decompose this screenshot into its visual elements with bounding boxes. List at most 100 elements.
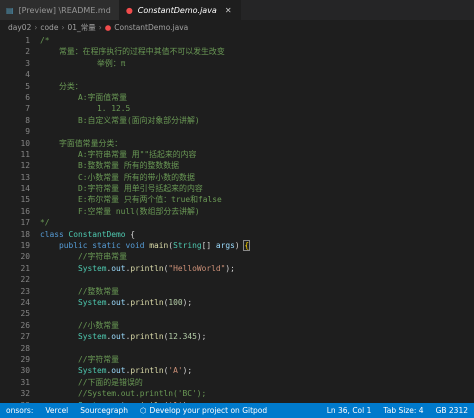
code-token: //小数常量 [40, 320, 120, 330]
code-line[interactable]: 24 System.out.println(100); [0, 297, 474, 308]
cursor-position[interactable]: Ln 36, Col 1 [321, 406, 378, 415]
code-line[interactable]: 15 E:布尔常量 只有两个值：true和false [0, 194, 474, 205]
code-line[interactable]: 12 B:整数常量 所有的整数数据 [0, 160, 474, 171]
code-token: println [130, 366, 164, 376]
line-code: //字符常量 [40, 354, 119, 365]
line-code: B:整数常量 所有的整数数据 [40, 160, 179, 171]
code-line[interactable]: 18 class ConstantDemo { [0, 229, 474, 240]
code-line[interactable]: 26 //小数常量 [0, 320, 474, 331]
line-number: 25 [20, 309, 30, 319]
line-number: 5 [25, 81, 30, 91]
code-line[interactable]: 22 [0, 274, 474, 285]
line-code: //整数常量 [40, 286, 119, 297]
code-token: ); [225, 263, 235, 273]
line-number: 32 [20, 389, 30, 399]
code-line[interactable]: 19 public static void main(String[] args… [0, 240, 474, 252]
code-token: ); [182, 297, 193, 307]
code-token: out [111, 366, 126, 376]
code-token: { [243, 240, 251, 252]
code-token: println [130, 297, 164, 307]
line-code: System.out.println('A'); [40, 365, 192, 376]
line-code: /* [40, 35, 50, 46]
code-token: 1. 12.5 [40, 104, 131, 114]
code-token: [] [201, 241, 216, 251]
status-gitpod[interactable]: ⬡ Develop your project on Gitpod [134, 406, 273, 415]
tab-readme-preview[interactable]: ▤ [Preview] \README.md [0, 0, 120, 20]
code-token: String [173, 241, 202, 251]
chevron-right-icon: › [34, 23, 38, 32]
code-line[interactable]: 5 分类： [0, 81, 474, 92]
close-icon[interactable]: ✕ [225, 6, 232, 15]
breadcrumb-item[interactable]: 01_常量 [67, 22, 95, 33]
line-number: 31 [20, 377, 30, 387]
line-number: 15 [20, 195, 30, 205]
code-line[interactable]: 23 //整数常量 [0, 286, 474, 297]
line-number: 12 [20, 161, 30, 171]
status-vercel[interactable]: Vercel [39, 406, 74, 415]
code-token: System [78, 263, 107, 273]
tab-size[interactable]: Tab Size: 4 [377, 406, 429, 415]
code-line[interactable]: 17 */ [0, 217, 474, 228]
code-line[interactable]: 8 B:自定义常量(面向对象部分讲解) [0, 115, 474, 126]
code-line[interactable]: 4 [0, 69, 474, 80]
code-line[interactable]: 30 System.out.println('A'); [0, 365, 474, 376]
line-code: class ConstantDemo { [40, 229, 135, 240]
code-line[interactable]: 11 A:字符串常量 用""括起来的内容 [0, 149, 474, 160]
line-code: D:字符常量 用单引号括起来的内容 [40, 183, 203, 194]
code-line[interactable]: 16 F:空常量 null(数组部分去讲解) [0, 206, 474, 217]
code-line[interactable]: 25 [0, 308, 474, 319]
code-line[interactable]: 32 //System.out.println('BC'); [0, 388, 474, 399]
code-token: "HelloWorld" [168, 263, 226, 273]
code-token: C:小数常量 所有的带小数的数据 [40, 172, 195, 182]
line-code: C:小数常量 所有的带小数的数据 [40, 172, 195, 183]
preview-icon: ▤ [6, 5, 14, 15]
code-line[interactable]: 9 [0, 126, 474, 137]
code-token: println [130, 332, 164, 342]
code-editor[interactable]: 1/* 2 常量：在程序执行的过程中其值不可以发生改变 3 举例：π 4 5 分类： 6 … [0, 35, 474, 403]
code-line[interactable]: 6 A:字面值常量 [0, 92, 474, 103]
tab-constantdemo[interactable]: ● ConstantDemo.java ✕ [119, 0, 241, 20]
code-line[interactable]: 27 System.out.println(12.345); [0, 331, 474, 342]
code-line[interactable]: 28 [0, 343, 474, 354]
code-token: ); [196, 332, 207, 342]
line-number: 2 [25, 47, 30, 57]
breadcrumb-item[interactable]: day02 [8, 23, 31, 32]
line-number: 16 [20, 206, 30, 216]
code-line[interactable]: 20 //字符串常量 [0, 251, 474, 262]
code-line[interactable]: 14 D:字符常量 用单引号括起来的内容 [0, 183, 474, 194]
line-code: //下面的是错误的 [40, 377, 143, 388]
line-code: System.out.println(12.345); [40, 331, 206, 342]
code-line[interactable]: 1 /* [0, 35, 474, 46]
line-code: 1. 12.5 [40, 103, 130, 114]
code-token: E:布尔常量 只有两个值：true和false [40, 195, 222, 205]
code-line[interactable]: 29 //字符常量 [0, 354, 474, 365]
line-number: 3 [25, 58, 30, 68]
line-number: 27 [20, 332, 30, 342]
code-token: out [111, 297, 126, 307]
code-line[interactable]: 3 举例：π [0, 58, 474, 69]
status-bar: onsors: Vercel Sourcegraph ⬡ Develop you… [0, 403, 474, 418]
line-number: 21 [20, 263, 30, 273]
line-code: //System.out.println('BC'); [40, 388, 206, 399]
encoding[interactable]: GB 2312 [430, 406, 474, 415]
code-token: public static void [59, 241, 150, 251]
breadcrumb-item[interactable]: code [40, 23, 58, 32]
code-line[interactable]: 2 常量：在程序执行的过程中其值不可以发生改变 [0, 46, 474, 57]
code-line[interactable]: 31 //下面的是错误的 [0, 377, 474, 388]
status-sourcegraph[interactable]: Sourcegraph [74, 406, 134, 415]
code-token: main [149, 241, 169, 251]
code-token: D:字符常量 用单引号括起来的内容 [40, 184, 203, 194]
line-code: 常量：在程序执行的过程中其值不可以发生改变 [40, 46, 225, 57]
code-line[interactable]: 13 C:小数常量 所有的带小数的数据 [0, 172, 474, 183]
status-sponsors: onsors: [6, 406, 34, 415]
line-code: System.out.println("HelloWorld"); [40, 263, 235, 274]
code-token: */ [40, 218, 50, 228]
gitpod-icon: ⬡ [139, 406, 147, 415]
code-line[interactable]: 21 System.out.println("HelloWorld"); [0, 263, 474, 274]
breadcrumb-item[interactable]: ConstantDemo.java [114, 23, 188, 32]
code-line[interactable]: 10 字面值常量分类： [0, 138, 474, 149]
code-line[interactable]: 7 1. 12.5 [0, 103, 474, 114]
code-token: //字符串常量 [40, 252, 127, 262]
